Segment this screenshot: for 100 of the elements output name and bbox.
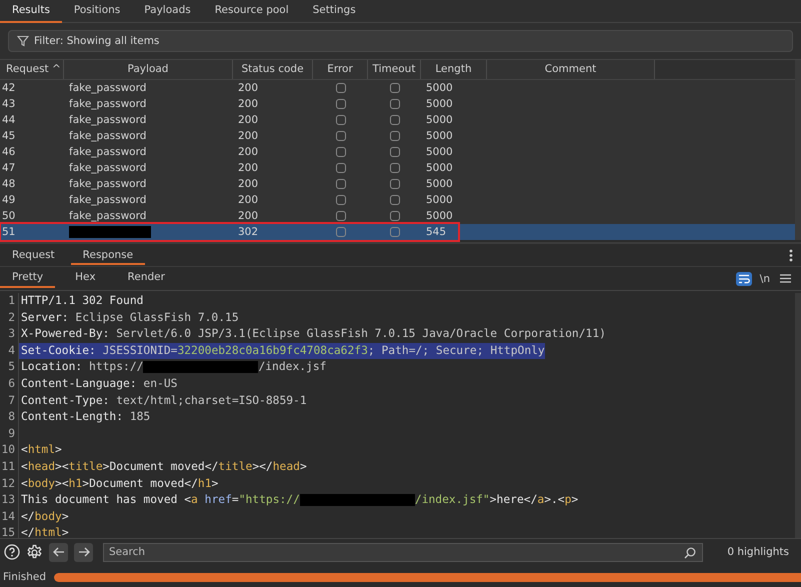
wrap-button[interactable] xyxy=(736,272,752,286)
tab[interactable]: Pretty xyxy=(0,269,56,288)
code-text: Servlet/6.0 JSP/3.1(Eclipse GlassFish 7.0.15 Java/Oracle Corporation/11) xyxy=(115,327,606,340)
line-number: 8 xyxy=(0,409,19,426)
code-text: here xyxy=(496,493,524,506)
checkbox[interactable] xyxy=(336,99,346,109)
code-text: HTTP/1.1 302 Found xyxy=(21,294,144,307)
tab[interactable]: Hex xyxy=(63,269,108,288)
scrollbar[interactable] xyxy=(795,293,801,538)
tab[interactable]: Payloads xyxy=(132,0,203,23)
checkbox[interactable] xyxy=(336,195,346,205)
code-text: ></ xyxy=(252,460,273,473)
menu-icon[interactable] xyxy=(780,274,791,283)
checkbox[interactable] xyxy=(336,115,346,125)
checkbox[interactable] xyxy=(390,83,400,93)
table-cell-text: 200 xyxy=(237,145,260,160)
checkbox[interactable] xyxy=(390,211,400,221)
code-text: text/html;charset=ISO-8859-1 xyxy=(115,394,307,407)
table-cell-text: fake_password xyxy=(68,97,148,112)
code-text: > xyxy=(102,460,110,473)
code-text: >. xyxy=(544,493,558,506)
code-text: >< xyxy=(55,476,69,490)
table-cell-text: 5000 xyxy=(425,193,454,208)
filter-icon xyxy=(17,35,29,47)
table-cell-text: 200 xyxy=(237,161,260,176)
code-text: Set-Cookie: xyxy=(21,344,96,357)
line-number: 14 xyxy=(0,508,19,526)
checkbox[interactable] xyxy=(336,131,346,141)
checkbox[interactable] xyxy=(336,211,346,221)
checkbox[interactable] xyxy=(336,83,346,93)
scrollbar[interactable] xyxy=(795,60,801,240)
table-cell-text: 200 xyxy=(237,209,260,224)
tab[interactable]: Resource pool xyxy=(202,0,301,23)
code-text: 32200eb28c0a16b9fc4708ca62f3 xyxy=(177,344,368,357)
checkbox[interactable] xyxy=(390,115,400,125)
code-text: title xyxy=(68,460,103,473)
tab[interactable]: Settings xyxy=(300,0,368,23)
highlight-count: 0 highlights xyxy=(727,546,789,558)
wrap-icon xyxy=(738,274,750,284)
search-field[interactable]: Search xyxy=(103,542,704,562)
code-text: head xyxy=(28,460,56,473)
checkbox[interactable] xyxy=(336,147,346,157)
code-text: p xyxy=(564,493,572,506)
back-button[interactable] xyxy=(49,542,68,562)
code-text: href xyxy=(204,493,232,506)
checkbox[interactable] xyxy=(336,163,346,173)
table-cell-text: 43 xyxy=(1,97,16,112)
checkbox[interactable] xyxy=(390,227,400,237)
code-text: title xyxy=(218,460,252,473)
tab[interactable]: Render xyxy=(116,269,177,288)
line-number: 6 xyxy=(0,376,19,393)
table-cell-text: fake_password xyxy=(68,81,148,96)
checkbox[interactable] xyxy=(390,195,400,205)
table-cell-text: fake_password xyxy=(68,161,148,176)
code-text: Location: xyxy=(21,360,82,374)
checkbox[interactable] xyxy=(390,131,400,141)
code-text: > xyxy=(571,493,578,506)
code-text: Content-Type: xyxy=(21,394,110,407)
right-arrow-icon xyxy=(78,547,90,557)
code-text: > xyxy=(55,443,62,456)
code-text: > xyxy=(212,476,218,490)
code-text: </ xyxy=(21,510,35,523)
table-cell-text: 200 xyxy=(237,81,260,96)
table-cell-text: 5000 xyxy=(425,113,454,128)
tab[interactable]: Positions xyxy=(62,0,132,23)
code-text: This document has moved xyxy=(21,493,178,506)
checkbox[interactable] xyxy=(390,179,400,189)
table-row[interactable]: 51 302 545 xyxy=(0,224,795,240)
table-cell-text: 47 xyxy=(1,161,16,176)
checkbox[interactable] xyxy=(336,179,346,189)
code-text: > xyxy=(62,510,69,523)
table-cell-text: fake_password xyxy=(68,209,148,224)
checkbox[interactable] xyxy=(390,163,400,173)
newline-button[interactable]: \n xyxy=(760,272,770,284)
table-cell-text: fake_password xyxy=(68,129,148,144)
code-text: </ xyxy=(21,526,35,538)
line-number: 12 xyxy=(0,476,19,492)
settings-icon[interactable] xyxy=(26,544,43,560)
tab[interactable]: Request xyxy=(0,246,67,264)
table-cell-text: fake_password xyxy=(68,113,148,128)
filter-bar[interactable]: Filter: Showing all items xyxy=(8,30,793,52)
checkbox[interactable] xyxy=(390,147,400,157)
table-cell-text: 48 xyxy=(1,177,16,192)
code-text: en-US xyxy=(142,376,178,390)
code-text: < xyxy=(184,493,192,506)
table-cell-text: 5000 xyxy=(425,129,454,144)
code-text: > xyxy=(82,476,90,490)
status-label: Finished xyxy=(2,571,46,583)
code-text: h1 xyxy=(68,476,82,490)
line-number: 11 xyxy=(0,458,19,476)
checkbox[interactable] xyxy=(390,99,400,109)
more-options-icon[interactable] xyxy=(789,248,793,262)
line-number: 10 xyxy=(0,442,19,459)
checkbox[interactable] xyxy=(336,227,346,237)
help-icon[interactable] xyxy=(4,544,20,560)
code-text: < xyxy=(21,443,28,456)
table-cell-text: 5000 xyxy=(425,145,454,160)
code-text: "https:// xyxy=(238,493,300,506)
code-text: > xyxy=(62,526,69,538)
forward-button[interactable] xyxy=(74,542,93,562)
